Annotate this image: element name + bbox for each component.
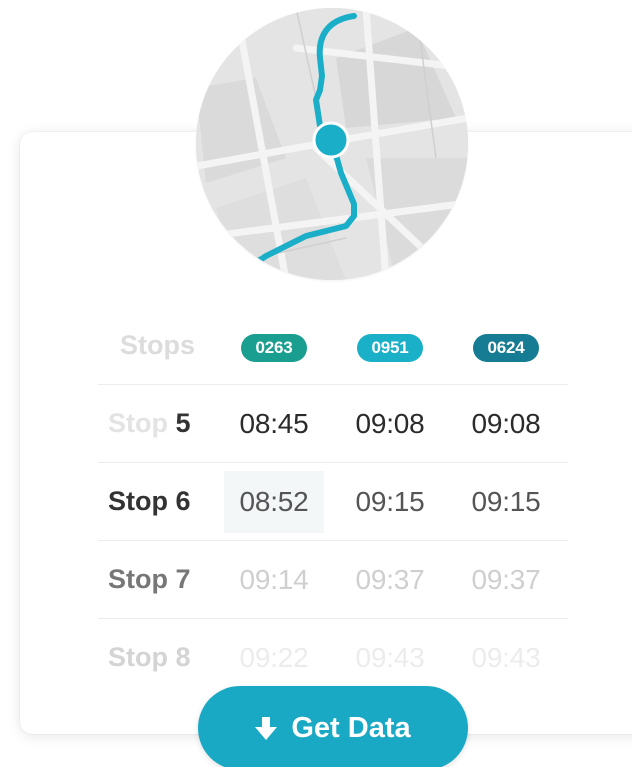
time-cell: 09:08 — [471, 407, 541, 439]
table-row-stop-5[interactable]: Stop 5 08:45 09:08 09:08 — [98, 384, 568, 462]
time-cell: 09:08 — [355, 407, 425, 439]
download-arrow-icon — [255, 716, 278, 740]
time-cell: 09:37 — [355, 563, 425, 595]
table-row-stop-8[interactable]: Stop 8 09:22 09:43 09:43 — [98, 618, 568, 696]
time-cell: 09:43 — [355, 641, 425, 673]
time-cell: 09:37 — [471, 563, 541, 595]
route-map-icon — [196, 8, 468, 280]
time-cell: 09:43 — [471, 641, 541, 673]
route-0624-cell: 0624 — [448, 328, 564, 362]
table-row-stop-7[interactable]: Stop 7 09:14 09:37 09:37 — [98, 540, 568, 618]
page: Stops 0263 0951 0624 Stop 5 08:45 09:08 … — [0, 0, 632, 767]
time-cell: 09:22 — [239, 641, 309, 673]
route-0263-cell: 0263 — [216, 328, 332, 362]
time-cell: 09:15 — [355, 485, 425, 517]
route-0951-cell: 0951 — [332, 328, 448, 362]
stop-label: Stop 5 — [98, 408, 216, 439]
stop-label: Stop 7 — [108, 564, 191, 594]
table-header-row: Stops 0263 0951 0624 — [98, 306, 568, 384]
stop-prefix: Stop — [108, 408, 168, 438]
time-cell: 09:15 — [471, 485, 541, 517]
stops-header: Stops — [120, 329, 196, 360]
table-row-stop-6[interactable]: Stop 6 08:52 09:15 09:15 — [98, 462, 568, 540]
route-badge-0951[interactable]: 0951 — [357, 334, 423, 362]
schedule-table: Stops 0263 0951 0624 Stop 5 08:45 09:08 … — [98, 306, 568, 696]
stop-number: 5 — [175, 408, 191, 438]
time-cell: 08:45 — [239, 407, 309, 439]
get-data-button[interactable]: Get Data — [198, 686, 468, 767]
time-cell: 09:14 — [239, 563, 309, 595]
get-data-label: Get Data — [291, 711, 411, 744]
time-cell-highlighted: 08:52 — [224, 470, 324, 533]
route-badge-0624[interactable]: 0624 — [473, 334, 539, 362]
stop-label: Stop 8 — [108, 642, 191, 672]
route-badge-0263[interactable]: 0263 — [241, 334, 307, 362]
stop-label: Stop 6 — [108, 486, 191, 516]
